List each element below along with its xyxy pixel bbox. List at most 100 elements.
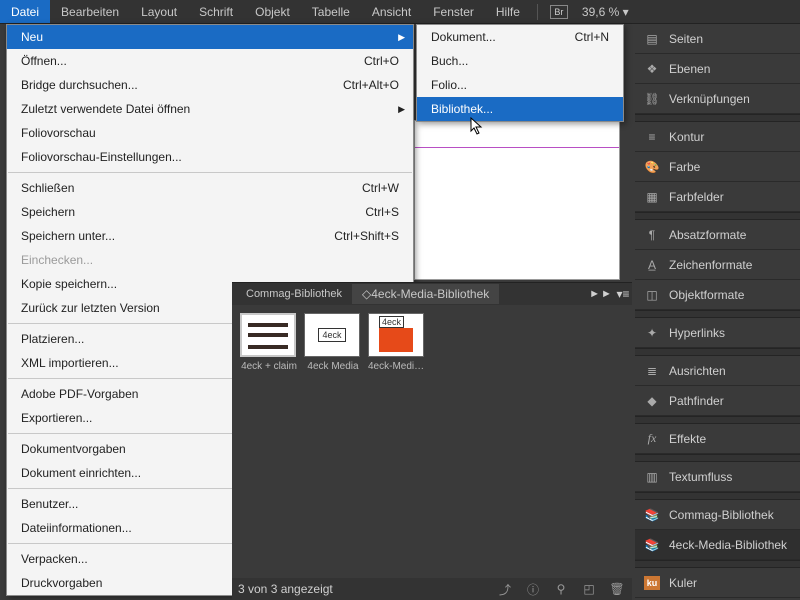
links-icon: ⛓: [643, 91, 661, 107]
library-status-text: 3 von 3 angezeigt: [238, 582, 486, 596]
new-submenu-item[interactable]: Folio...: [417, 73, 623, 97]
menu-item-label: Bridge durchsuchen...: [21, 78, 343, 92]
panel-item-stroke[interactable]: ≡Kontur: [635, 122, 800, 152]
library-panel: Commag-Bibliothek ◇4eck-Media-Bibliothek…: [232, 282, 632, 600]
panel-label: Ausrichten: [669, 364, 726, 378]
panel-item-pages[interactable]: ▤ Seiten: [635, 24, 800, 54]
file-menu-item[interactable]: Zuletzt verwendete Datei öffnen▶: [7, 97, 413, 121]
zoom-level[interactable]: 39,6 % ▾: [582, 5, 629, 19]
collapse-panel-icon[interactable]: ►►: [588, 288, 614, 300]
path-icon: ◆: [643, 393, 661, 409]
menu-schrift[interactable]: Schrift: [188, 0, 244, 23]
file-menu-item[interactable]: Öffnen...Ctrl+O: [7, 49, 413, 73]
menu-fenster[interactable]: Fenster: [422, 0, 485, 23]
library-item-1[interactable]: 4eck + claim: [240, 313, 298, 372]
library-item-caption: 4eck-Media...: [368, 361, 426, 372]
ku-icon: ku: [643, 575, 661, 591]
panel-label: Seiten: [669, 32, 703, 46]
swatches-icon: ▦: [643, 189, 661, 205]
panel-item-swatches[interactable]: ▦ Farbfelder: [635, 182, 800, 212]
menu-ansicht[interactable]: Ansicht: [361, 0, 422, 23]
menu-hilfe[interactable]: Hilfe: [485, 0, 531, 23]
new-submenu-item[interactable]: Dokument...Ctrl+N: [417, 25, 623, 49]
hyper-icon: ✦: [643, 325, 661, 341]
bridge-badge-icon[interactable]: Br: [550, 5, 568, 19]
color-icon: 🎨: [643, 159, 661, 175]
menu-item-label: Öffnen...: [21, 54, 364, 68]
panel-label: Farbfelder: [669, 190, 724, 204]
panel-label: Zeichenformate: [669, 258, 752, 272]
lib-icon: 📚: [643, 537, 661, 553]
library-nav-up-icon[interactable]: ⤴: [496, 581, 514, 598]
panel-item-align[interactable]: ≣ Ausrichten: [635, 356, 800, 386]
library-info-icon[interactable]: ⓘ: [524, 581, 542, 598]
new-submenu-item[interactable]: Bibliothek...: [417, 97, 623, 121]
menu-datei[interactable]: Datei: [0, 0, 50, 23]
panel-item-fx[interactable]: fx Effekte: [635, 424, 800, 454]
file-menu-item[interactable]: Foliovorschau: [7, 121, 413, 145]
menu-layout[interactable]: Layout: [130, 0, 188, 23]
panel-item-ku[interactable]: ku Kuler: [635, 568, 800, 598]
document-canvas[interactable]: [414, 120, 620, 280]
menu-item-label: Bibliothek...: [431, 102, 609, 116]
panel-item-obj[interactable]: ◫Objektformate: [635, 280, 800, 310]
fx-icon: fx: [643, 431, 661, 447]
panel-item-lib[interactable]: 📚Commag-Bibliothek: [635, 500, 800, 530]
library-new-icon[interactable]: ◰: [580, 582, 598, 596]
menu-item-label: Einchecken...: [21, 253, 399, 267]
panel-group-separator: [635, 212, 800, 220]
panel-label: Effekte: [669, 432, 706, 446]
panel-item-lib[interactable]: 📚4eck-Media-Bibliothek: [635, 530, 800, 560]
pages-icon: ▤: [643, 31, 661, 47]
menu-shortcut: Ctrl+O: [364, 54, 399, 68]
panel-item-para[interactable]: ¶Absatzformate: [635, 220, 800, 250]
panel-item-char[interactable]: A̲Zeichenformate: [635, 250, 800, 280]
panel-item-hyper[interactable]: ✦Hyperlinks: [635, 318, 800, 348]
panel-item-layers[interactable]: ❖ Ebenen: [635, 54, 800, 84]
panel-group-separator: [635, 560, 800, 568]
library-item-2[interactable]: 4eck 4eck Media: [304, 313, 362, 372]
file-menu-item[interactable]: SpeichernCtrl+S: [7, 200, 413, 224]
panel-label: Ebenen: [669, 62, 710, 76]
panel-item-path[interactable]: ◆ Pathfinder: [635, 386, 800, 416]
library-delete-icon[interactable]: 🗑: [608, 582, 626, 596]
panel-group-separator: [635, 416, 800, 424]
panel-label: Verknüpfungen: [669, 92, 750, 106]
stroke-icon: ≡: [643, 129, 661, 145]
file-menu-item[interactable]: Foliovorschau-Einstellungen...: [7, 145, 413, 169]
library-tab-commag[interactable]: Commag-Bibliothek: [236, 285, 352, 303]
panel-label: Objektformate: [669, 288, 744, 302]
menu-shortcut: Ctrl+N: [575, 30, 609, 44]
library-search-icon[interactable]: ⚲: [552, 582, 570, 596]
library-tab-4eck[interactable]: ◇4eck-Media-Bibliothek: [352, 284, 499, 304]
panel-group-separator: [635, 310, 800, 318]
menu-tabelle[interactable]: Tabelle: [301, 0, 361, 23]
layers-icon: ❖: [643, 61, 661, 77]
new-submenu-item[interactable]: Buch...: [417, 49, 623, 73]
chevron-down-icon: ▾: [623, 5, 629, 19]
panel-dock: ▤Seiten❖Ebenen⛓Verknüpfungen≡Kontur🎨Farb…: [635, 24, 800, 598]
file-menu-item[interactable]: Speichern unter...Ctrl+Shift+S: [7, 224, 413, 248]
wrap-icon: ▥: [643, 469, 661, 485]
menu-item-label: Zuletzt verwendete Datei öffnen: [21, 102, 399, 116]
menu-item-label: Foliovorschau: [21, 126, 399, 140]
panel-label: Commag-Bibliothek: [669, 508, 774, 522]
panel-group-separator: [635, 454, 800, 462]
panel-item-links[interactable]: ⛓ Verknüpfungen: [635, 84, 800, 114]
panel-item-color[interactable]: 🎨Farbe: [635, 152, 800, 182]
library-item-3[interactable]: 4eck 4eck-Media...: [368, 313, 426, 372]
file-menu-item[interactable]: Neu▶: [7, 25, 413, 49]
file-menu-item[interactable]: Bridge durchsuchen...Ctrl+Alt+O: [7, 73, 413, 97]
align-icon: ≣: [643, 363, 661, 379]
menu-item-label: Buch...: [431, 54, 609, 68]
panel-item-wrap[interactable]: ▥ Textumfluss: [635, 462, 800, 492]
panel-label: Pathfinder: [669, 394, 724, 408]
menu-shortcut: Ctrl+W: [362, 181, 399, 195]
library-body: 4eck + claim 4eck 4eck Media 4eck 4eck-M…: [232, 305, 632, 380]
panel-menu-icon[interactable]: ▾≡: [614, 287, 632, 301]
file-menu-item[interactable]: SchließenCtrl+W: [7, 176, 413, 200]
menu-objekt[interactable]: Objekt: [244, 0, 301, 23]
menu-bearbeiten[interactable]: Bearbeiten: [50, 0, 130, 23]
panel-label: Kuler: [669, 576, 697, 590]
panel-label: Textumfluss: [669, 470, 732, 484]
